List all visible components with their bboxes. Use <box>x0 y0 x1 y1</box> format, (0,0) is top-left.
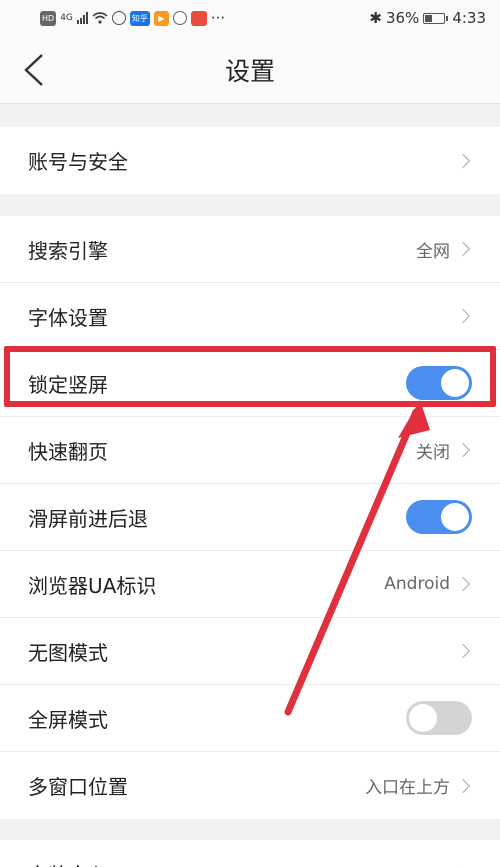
settings-row-account-security[interactable]: 账号与安全 <box>0 127 500 194</box>
row-label: 全屏模式 <box>28 707 108 732</box>
hd-icon: HD <box>40 10 57 26</box>
settings-row-lock-portrait: 锁定竖屏 <box>0 350 500 417</box>
back-arrow-icon <box>24 54 43 86</box>
row-value: 全网 <box>416 241 450 262</box>
settings-row-no-image[interactable]: 无图模式 <box>0 618 500 685</box>
settings-group-install: 安装中心 <box>0 840 500 867</box>
settings-row-fast-page[interactable]: 快速翻页 关闭 <box>0 417 500 484</box>
chevron-right-icon <box>455 153 471 168</box>
app-icon <box>190 10 207 26</box>
settings-group-browser: 搜索引擎 全网 字体设置 锁定竖屏 快速翻页 关闭 滑屏前进后退 浏览器UA标识… <box>0 216 500 819</box>
swipe-nav-toggle[interactable] <box>406 500 472 534</box>
row-label: 滑屏前进后退 <box>28 506 148 531</box>
row-label: 字体设置 <box>28 305 108 330</box>
chevron-right-icon <box>455 241 471 257</box>
chevron-right-icon <box>455 576 471 592</box>
settings-row-font[interactable]: 字体设置 <box>0 283 500 350</box>
row-label: 快速翻页 <box>28 439 108 464</box>
row-value: 入口在上方 <box>365 778 450 798</box>
zhihu-app-icon: 知乎 <box>129 10 150 26</box>
chevron-right-icon <box>455 308 471 324</box>
chevron-right-icon <box>455 778 471 793</box>
bluetooth-icon: ✱ <box>369 9 382 27</box>
settings-row-search-engine[interactable]: 搜索引擎 全网 <box>0 216 500 283</box>
page-title: 设置 <box>224 56 275 86</box>
row-label: 浏览器UA标识 <box>28 573 157 598</box>
signal-icon <box>76 12 88 24</box>
chevron-right-icon <box>455 442 471 458</box>
settings-row-swipe-nav: 滑屏前进后退 <box>0 484 500 551</box>
status-bar-left: HD 4G 知乎 ▶ ··· <box>40 9 225 27</box>
settings-group-account: 账号与安全 <box>0 127 500 194</box>
chevron-right-icon <box>455 643 471 659</box>
back-button[interactable] <box>22 50 62 90</box>
row-label: 无图模式 <box>28 640 108 665</box>
app-icon <box>172 11 187 25</box>
lock-portrait-toggle[interactable] <box>406 366 472 400</box>
more-icon: ··· <box>210 9 226 27</box>
fullscreen-toggle[interactable] <box>406 701 472 735</box>
settings-row-fullscreen: 全屏模式 <box>0 685 500 752</box>
row-label: 多窗口位置 <box>28 775 128 799</box>
header: 设置 <box>0 36 500 104</box>
row-value: Android <box>384 574 450 594</box>
row-value: 关闭 <box>416 442 450 463</box>
row-label: 账号与安全 <box>28 150 128 174</box>
settings-row-install-center[interactable]: 安装中心 <box>0 840 500 867</box>
battery-icon <box>423 12 449 24</box>
status-bar-right: ✱ 36% 4:33 <box>369 9 486 27</box>
4g-icon: 4G <box>60 13 73 23</box>
battery-percent: 36% <box>385 9 420 27</box>
clock: 4:33 <box>452 9 486 27</box>
settings-row-multi-window[interactable]: 多窗口位置 入口在上方 <box>0 752 500 819</box>
status-bar: HD 4G 知乎 ▶ ··· ✱ 36% 4:33 <box>0 0 500 36</box>
wifi-icon <box>92 12 108 24</box>
row-label: 搜索引擎 <box>28 238 108 263</box>
settings-row-user-agent[interactable]: 浏览器UA标识 Android <box>0 551 500 618</box>
row-label: 安装中心 <box>28 859 108 867</box>
nfc-icon <box>111 11 126 25</box>
row-label: 锁定竖屏 <box>28 372 108 397</box>
play-app-icon: ▶ <box>153 10 169 26</box>
